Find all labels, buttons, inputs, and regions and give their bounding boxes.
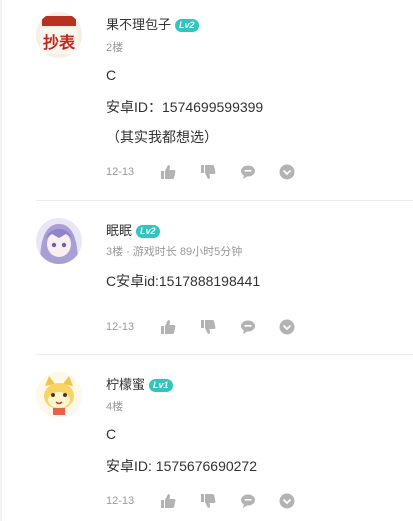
username[interactable]: 眠眠 Lv2 [106,220,160,239]
username-text[interactable]: 柠檬蜜 [106,377,145,392]
thumbs-up-icon[interactable] [160,319,176,335]
comment-text-line: C [106,426,117,442]
divider [36,354,413,355]
floor-label: 2楼 [106,39,123,55]
username[interactable]: 柠檬蜜 Lv1 [106,374,173,393]
meta-separator: · [126,246,130,258]
level-badge: Lv2 [136,225,160,238]
floor-text: 4楼 [106,401,124,413]
level-badge: Lv1 [149,379,173,392]
username[interactable]: 果不理包子 Lv2 [106,14,199,33]
avatar-text: 抄表 [43,33,76,52]
avatar[interactable]: 抄表 [36,12,82,58]
comment-date: 12-13 [106,495,135,507]
thumbs-up-icon[interactable] [160,493,176,509]
thumbs-down-icon[interactable] [200,164,216,180]
panel-edge [0,0,2,521]
username-text[interactable]: 眠眠 [106,223,132,238]
divider [36,200,413,201]
comment-date: 12-13 [106,166,135,178]
chevron-down-circle-icon[interactable] [279,164,295,180]
thumbs-up-icon[interactable] [160,164,176,180]
floor-text: 3楼 [106,246,124,258]
avatar[interactable] [36,372,82,418]
comment-text-line: 安卓ID：1574699599399 [106,99,264,115]
thumbs-down-icon[interactable] [200,493,216,509]
comment-bubble-icon[interactable] [240,493,256,509]
username-text[interactable]: 果不理包子 [106,17,171,32]
comment-text-line: C [106,67,117,83]
comment-text-line: 安卓ID: 1575676690272 [106,458,257,474]
floor-label: 4楼 [106,398,123,414]
floor-label: 3楼 · 游戏时长 89小时5分钟 [106,243,242,259]
floor-text: 2楼 [106,42,124,54]
avatar[interactable] [36,218,82,264]
comment-text-line: （其实我都想选） [106,129,218,145]
chevron-down-circle-icon[interactable] [279,493,295,509]
comment-bubble-icon[interactable] [240,164,256,180]
thumbs-down-icon[interactable] [200,319,216,335]
comment-date: 12-13 [106,321,135,333]
comment-text-line: C安卓id:1517888198441 [106,273,261,289]
playtime-text: 游戏时长 89小时5分钟 [132,246,243,258]
chevron-down-circle-icon[interactable] [279,319,295,335]
level-badge: Lv2 [175,19,199,32]
comment-bubble-icon[interactable] [240,319,256,335]
